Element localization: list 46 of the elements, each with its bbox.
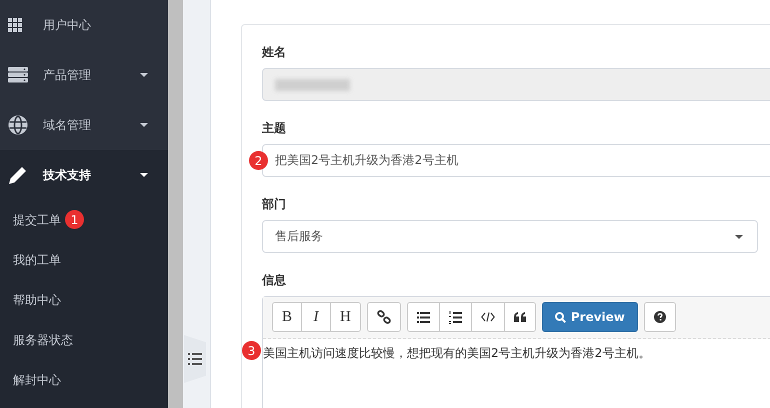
sidebar-item[interactable]: 用户中心 [0,0,168,50]
globe-icon [8,115,28,135]
sidebar-item[interactable]: 产品管理 [0,50,168,100]
submenu-item[interactable]: 我的工单 [13,252,61,268]
department-select[interactable]: 售后服务 [262,220,758,253]
link-icon [376,310,391,324]
message-text: 美国主机访问速度比较慢，想把现有的美国2号主机升级为香港2号主机。 [263,346,650,360]
submenu-item[interactable]: 服务器状态 [13,332,73,348]
quote-icon [514,312,526,322]
submenu-item[interactable]: 解封中心 [13,372,61,388]
sidebar-item[interactable]: 技术支持 [0,150,168,200]
code-icon [480,312,495,322]
numbered-list-icon [448,310,462,324]
toolbar-button[interactable] [438,302,472,332]
format-button[interactable]: I [301,302,332,332]
number-badge: 1 [65,210,84,229]
submenu-item[interactable]: 帮助中心 [13,292,61,308]
caret-icon [140,73,148,77]
number-badge: 3 [242,341,261,360]
bulleted-list-icon [416,312,430,322]
field-label: 姓名 [262,44,286,61]
toolbar-button[interactable] [504,302,536,332]
grid-icon [8,18,22,32]
server-icon [8,67,28,83]
caret-icon [140,173,148,177]
sidebar-item[interactable]: 域名管理 [0,100,168,150]
toolbar-button[interactable] [644,302,676,332]
caret-icon [140,123,148,127]
message-editor[interactable]: B I H Preview 美国主机访问速度比较慢，想把现有的美国2号主机升级为香港2号主机。 [262,296,770,408]
format-button[interactable]: H [330,302,361,332]
toolbar-button[interactable] [470,302,505,332]
submenu-item[interactable]: 提交工单 [13,212,61,228]
field-label: 部门 [262,196,286,213]
caret-icon [735,234,743,238]
pencil-icon [8,165,28,185]
subject-field[interactable]: 把美国2号主机升级为香港2号主机 [262,144,770,177]
field-label: 信息 [262,272,286,289]
toolbar-button[interactable] [366,302,401,332]
toolbar-button[interactable] [406,302,440,332]
format-button[interactable]: B [272,302,302,332]
help-icon [654,311,666,323]
list-icon [188,353,202,365]
number-badge: 2 [249,151,268,170]
search-icon [554,312,566,322]
field-label: 主题 [262,120,286,137]
preview-button[interactable]: Preview [542,302,638,332]
